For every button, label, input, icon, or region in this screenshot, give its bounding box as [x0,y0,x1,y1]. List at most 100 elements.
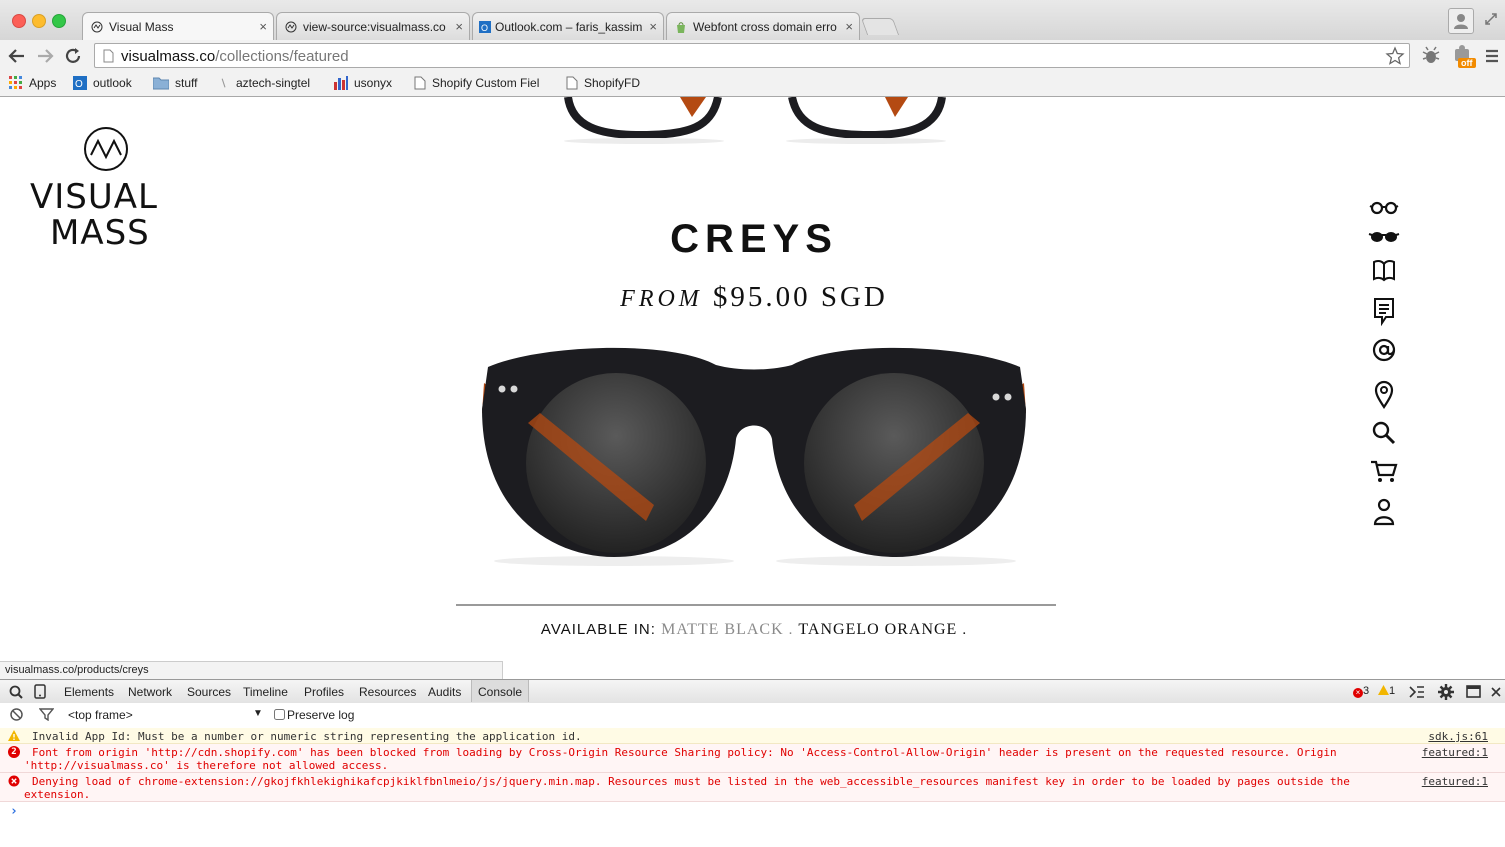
minimize-window-button[interactable] [32,14,46,28]
message-source-link[interactable]: sdk.js:61 [1428,730,1488,743]
frame-dropdown-icon[interactable]: ▼ [253,708,263,719]
tab-close-icon[interactable]: × [259,19,267,34]
close-window-button[interactable] [12,14,26,28]
preserve-log-checkbox[interactable] [274,709,285,720]
tab-console[interactable]: Console [471,680,530,702]
close-devtools-icon[interactable] [1491,687,1501,697]
svg-text:O: O [75,79,83,90]
error-counter[interactable]: × 3 [1353,685,1369,698]
product-price: $95.00 SGD [712,281,888,313]
outlook-favicon-icon: O [479,21,491,33]
error-icon [8,775,20,787]
profile-button[interactable] [1448,8,1474,34]
inspect-search-icon[interactable] [9,685,23,699]
message-text: Denying load of chrome-extension://gkojf… [32,775,1350,788]
message-text: Font from origin 'http://cdn.shopify.com… [32,746,1337,759]
tab-network[interactable]: Network [128,685,172,699]
account-icon[interactable] [1368,497,1400,527]
filter-funnel-icon[interactable] [39,708,54,721]
logo-emblem-icon [84,127,128,171]
bookmark-usonyx[interactable]: usonyx [334,76,392,90]
tab-timeline[interactable]: Timeline [243,685,288,699]
color-separator: . [788,622,794,638]
tab-resources[interactable]: Resources [359,685,416,699]
product-divider [456,604,1056,606]
forward-arrow-icon[interactable] [36,47,54,65]
bookmark-label: Shopify Custom Fiel [432,76,540,90]
tab-elements[interactable]: Elements [64,685,114,699]
hamburger-menu-icon[interactable] [1485,48,1499,64]
message-text-continued: extension. [24,788,91,801]
bookmark-aztech-singtel[interactable]: aztech-singtel [220,76,310,90]
visual-mass-logo[interactable]: VISUAL MASS [26,125,186,255]
tab-close-icon[interactable]: × [455,19,463,34]
notes-icon[interactable] [1368,296,1400,326]
show-drawer-icon[interactable] [1409,685,1425,699]
settings-gear-icon[interactable] [1438,684,1454,700]
bookmark-outlook[interactable]: Ooutlook [73,76,132,90]
color-option-matte-black[interactable]: MATTE BLACK [661,621,784,638]
address-bar[interactable]: visualmass.co/collections/featured [94,43,1410,68]
search-icon[interactable] [1368,419,1400,447]
previous-product-glasses-image[interactable] [560,97,950,147]
preserve-log-option[interactable]: Preserve log [274,708,354,722]
color-option-tangelo-orange[interactable]: TANGELO ORANGE [798,621,957,638]
tab-outlook[interactable]: O Outlook.com – faris_kassim × [472,12,664,40]
tab-audits[interactable]: Audits [428,685,461,699]
bookmark-star-icon[interactable] [1385,46,1405,66]
extension-off-button[interactable]: off [1452,44,1478,70]
location-pin-icon[interactable] [1368,379,1400,409]
optical-icon[interactable] [1368,195,1400,223]
tab-sources[interactable]: Sources [187,685,231,699]
tab-title: Outlook.com – faris_kassim [495,20,643,34]
available-colors: AVAILABLE IN: MATTE BLACK. TANGELO ORANGE… [454,621,1054,639]
extension-bug-icon[interactable] [1421,46,1441,66]
back-arrow-icon[interactable] [8,47,26,65]
usonyx-icon [334,76,348,90]
bookmark-shopifyfd[interactable]: ShopifyFD [566,76,640,90]
message-source-link[interactable]: featured:1 [1422,775,1488,788]
console-prompt[interactable]: › [10,804,18,819]
product-sunglasses-image[interactable] [478,343,1030,568]
console-message-warning: Invalid App Id: Must be a number or nume… [0,728,1505,744]
outlook-icon: O [73,76,87,90]
folder-icon [153,77,169,90]
devtools-toolbar: Elements Network Sources Timeline Profil… [0,679,1505,705]
bookmark-label: aztech-singtel [236,76,311,90]
bookmark-stuff[interactable]: stuff [153,76,197,90]
clear-console-icon[interactable] [10,708,23,721]
tab-title: view-source:visualmass.co [303,20,446,34]
page-content: VISUAL MASS CREYS FROM $95.00 SGD AVAILA… [0,97,1505,660]
bookmark-shopify-custom-fields[interactable]: Shopify Custom Fiel [414,76,548,90]
person-icon [1454,14,1468,29]
visual-mass-favicon-icon [285,21,297,33]
svg-text:O: O [481,23,488,33]
reload-icon[interactable] [64,47,82,65]
message-source-link[interactable]: featured:1 [1422,746,1488,759]
error-icon: × [1353,688,1363,698]
tab-close-icon[interactable]: × [845,19,853,34]
console-messages: Invalid App Id: Must be a number or nume… [0,727,1505,847]
tab-view-source[interactable]: view-source:visualmass.co × [276,12,470,40]
tab-profiles[interactable]: Profiles [304,685,344,699]
product-name[interactable]: CREYS [454,217,1054,262]
cart-icon[interactable] [1368,457,1400,485]
warning-counter[interactable]: 1 [1378,685,1395,697]
tab-title: Webfont cross domain erro [693,20,837,34]
tab-visual-mass[interactable]: Visual Mass × [82,12,274,40]
tab-webfont-error[interactable]: Webfont cross domain erro × [666,12,860,40]
at-icon[interactable] [1368,336,1400,364]
new-tab-button[interactable] [860,18,900,35]
url-path: /collections/featured [215,48,349,65]
sunglasses-icon[interactable] [1368,223,1400,251]
zoom-window-button[interactable] [52,14,66,28]
bookmark-apps[interactable]: Apps [9,76,56,90]
warning-count: 1 [1389,685,1396,697]
dock-side-icon[interactable] [1466,685,1481,698]
frame-selector[interactable]: <top frame> [68,708,133,722]
bookmark-label: outlook [93,76,132,90]
device-mode-icon[interactable] [34,684,46,699]
tab-close-icon[interactable]: × [649,19,657,34]
book-icon[interactable] [1368,256,1400,284]
fullscreen-icon[interactable] [1484,12,1498,26]
